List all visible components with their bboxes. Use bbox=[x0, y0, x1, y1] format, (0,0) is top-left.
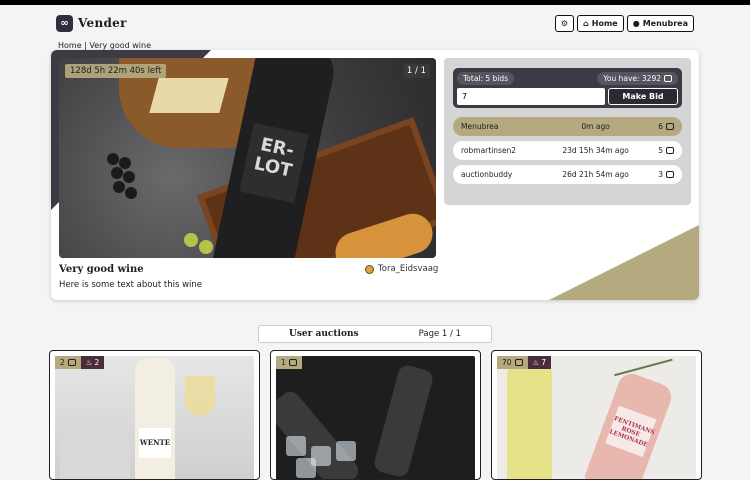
total-bids: Total: 5 bids bbox=[457, 72, 515, 85]
user-auctions-title: User auctions bbox=[289, 329, 359, 339]
user-auction-cards: 2 ♨ 2 WENTE 1 70 ♨ 7 FENTIMANS ROSE LEMO… bbox=[49, 350, 702, 480]
make-bid-button[interactable]: Make Bid bbox=[608, 88, 678, 105]
coins-icon bbox=[666, 123, 674, 130]
fire-icon: ♨ bbox=[85, 358, 93, 367]
fire-icon: ♨ bbox=[532, 358, 540, 367]
person-icon: ● bbox=[632, 18, 640, 28]
auction-photo[interactable]: ER- LOT 128d 5h 22m 40s left 1 / 1 bbox=[59, 58, 436, 258]
grapes bbox=[107, 153, 147, 213]
auction-card-3[interactable]: 70 ♨ 7 FENTIMANS ROSE LEMONADE bbox=[491, 350, 702, 480]
home-label: Home bbox=[591, 18, 618, 28]
hot-badge: ♨ 7 bbox=[527, 356, 552, 369]
image-counter: 1 / 1 bbox=[402, 64, 430, 78]
user-auctions-header: User auctions Page 1 / 1 bbox=[258, 325, 492, 343]
bid-panel: Total: 5 bids You have: 3292 Make Bid Me… bbox=[444, 58, 691, 205]
home-button[interactable]: ⌂ Home bbox=[577, 14, 624, 32]
brand-name: Vender bbox=[78, 16, 127, 30]
coins-icon bbox=[666, 171, 674, 178]
auction-description: Here is some text about this wine bbox=[59, 280, 203, 290]
settings-button[interactable]: ⚙ bbox=[554, 14, 575, 32]
user-label: Menubrea bbox=[642, 18, 688, 28]
nav-buttons: ⚙ ⌂ Home ● Menubrea bbox=[554, 14, 694, 32]
bid-count-badge: 70 bbox=[497, 356, 528, 369]
brand[interactable]: ∞ Vender bbox=[56, 14, 127, 32]
bid-amount-input[interactable] bbox=[457, 88, 605, 105]
bid-header: Total: 5 bids You have: 3292 Make Bid bbox=[453, 68, 682, 108]
coins-icon bbox=[288, 359, 297, 366]
auction-card-2[interactable]: 1 bbox=[270, 350, 481, 480]
decorative-corner-right bbox=[549, 225, 699, 300]
balance: You have: 3292 bbox=[597, 72, 678, 85]
auction-card-image bbox=[276, 356, 475, 479]
seller-name: Tora_Eidsvaag bbox=[378, 264, 439, 274]
bid-count-badge: 1 bbox=[276, 356, 302, 369]
user-menu-button[interactable]: ● Menubrea bbox=[626, 14, 694, 32]
navbar: ∞ Vender ⚙ ⌂ Home ● Menubrea bbox=[0, 10, 750, 36]
bid-list: Menubrea 0m ago 6 robmartinsen2 23d 15h … bbox=[453, 117, 682, 184]
time-left-badge: 128d 5h 22m 40s left bbox=[65, 64, 167, 78]
auction-card-image: FENTIMANS ROSE LEMONADE bbox=[497, 356, 696, 479]
bid-row: Menubrea 0m ago 6 bbox=[453, 117, 682, 136]
page-indicator: Page 1 / 1 bbox=[418, 329, 461, 339]
house-icon: ⌂ bbox=[583, 18, 589, 28]
seller[interactable]: Tora_Eidsvaag bbox=[365, 264, 438, 274]
auction-title: Very good wine bbox=[59, 264, 144, 275]
cheese bbox=[149, 78, 229, 113]
bid-row: robmartinsen2 23d 15h 34m ago 5 bbox=[453, 141, 682, 160]
coins-icon bbox=[514, 359, 523, 366]
gear-icon: ⚙ bbox=[560, 18, 569, 28]
bid-row: auctionbuddy 26d 21h 54m ago 3 bbox=[453, 165, 682, 184]
auction-card: ER- LOT 128d 5h 22m 40s left 1 / 1 Very g… bbox=[51, 50, 699, 300]
coins-icon bbox=[666, 147, 674, 154]
auction-card-image: WENTE bbox=[55, 356, 254, 479]
top-black-bar bbox=[0, 0, 750, 5]
auction-card-1[interactable]: 2 ♨ 2 WENTE bbox=[49, 350, 260, 480]
seller-avatar-icon bbox=[365, 264, 374, 274]
link-logo-icon: ∞ bbox=[56, 14, 73, 32]
bottle-label: ER- LOT bbox=[239, 122, 309, 204]
coins-icon bbox=[664, 75, 672, 82]
hot-badge: ♨ 2 bbox=[80, 356, 105, 369]
coins-icon bbox=[67, 359, 76, 366]
bid-count-badge: 2 bbox=[55, 356, 81, 369]
